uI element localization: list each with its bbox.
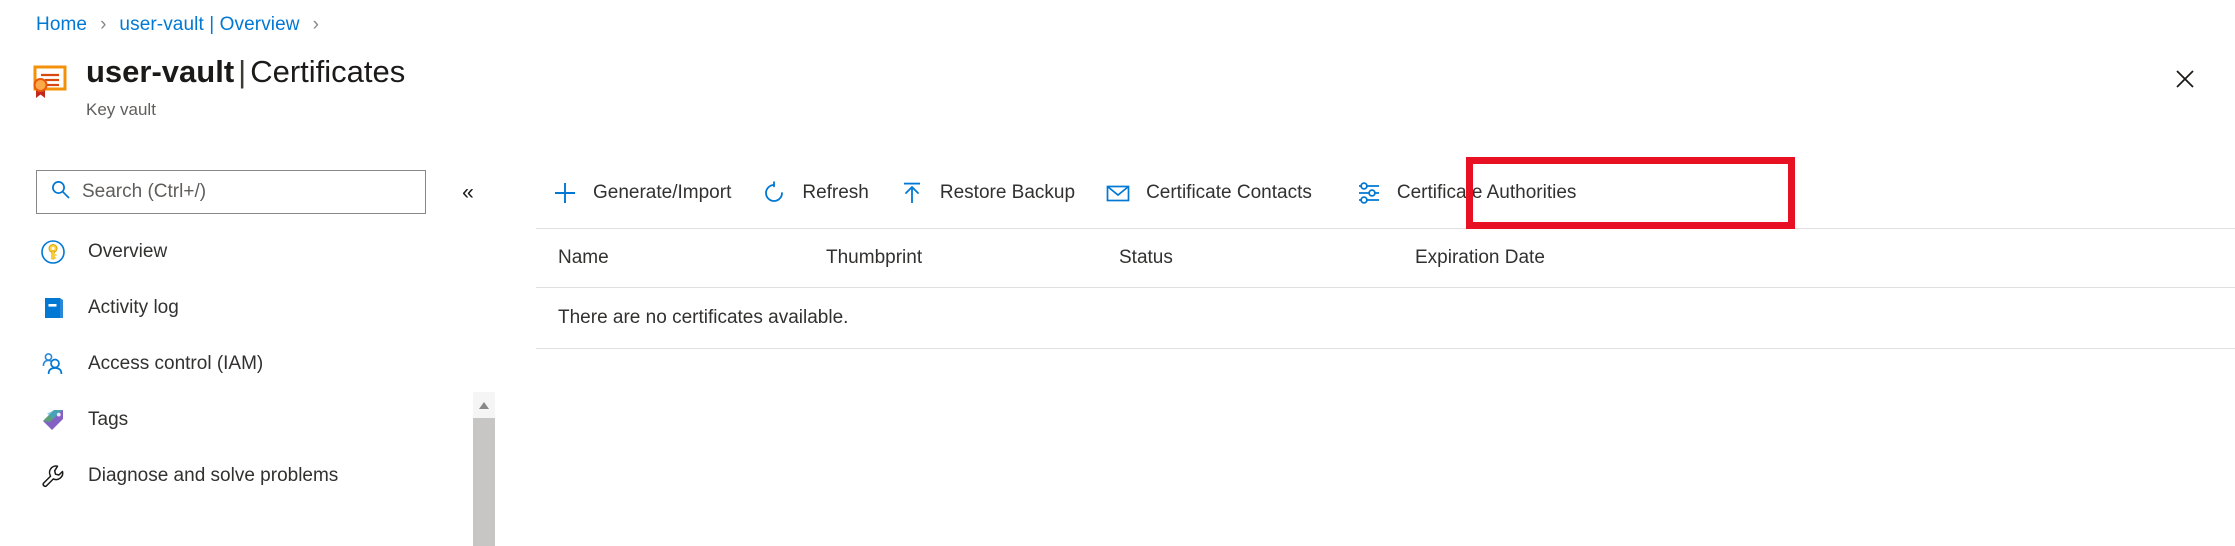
collapse-sidebar-button[interactable]: « xyxy=(448,172,488,212)
certificate-contacts-button[interactable]: Certificate Contacts xyxy=(1089,167,1326,219)
sidebar-item-label: Overview xyxy=(88,241,168,262)
chevron-double-left-icon: « xyxy=(462,180,474,204)
page-title-resource: user-vault xyxy=(86,54,235,89)
blade-header: user-vault | Certificates Key vault xyxy=(26,52,405,122)
activity-log-icon xyxy=(38,293,68,323)
tag-icon xyxy=(38,405,68,435)
chevron-right-icon: › xyxy=(100,14,107,35)
empty-state-message: There are no certificates available. xyxy=(558,307,849,328)
close-blade-button[interactable] xyxy=(2163,58,2207,102)
page-title-section: Certificates xyxy=(250,54,406,89)
chevron-right-icon: › xyxy=(312,14,319,35)
generate-import-button[interactable]: Generate/Import xyxy=(536,167,745,219)
column-header-expiration-date[interactable]: Expiration Date xyxy=(1415,229,1545,287)
sliders-icon xyxy=(1354,178,1384,208)
table-bottom-divider xyxy=(536,348,2235,349)
column-header-name[interactable]: Name xyxy=(558,229,609,287)
close-icon xyxy=(2173,67,2197,94)
sidebar-item-label: Activity log xyxy=(88,297,179,318)
certificate-icon xyxy=(26,58,70,102)
table-header-row: Name Thumbprint Status Expiration Date xyxy=(536,229,2235,287)
command-label: Certificate Authorities xyxy=(1396,182,1577,203)
sidebar-item-activity-log[interactable]: Activity log xyxy=(0,280,470,336)
sidebar-search-row: « xyxy=(36,170,488,214)
sidebar-item-label: Access control (IAM) xyxy=(88,353,264,374)
blade-sidebar: « Overview xyxy=(0,160,495,546)
page-title-divider: | xyxy=(238,54,247,89)
breadcrumb-item-user-vault-overview[interactable]: user-vault | Overview xyxy=(119,14,299,36)
scrollbar-thumb[interactable] xyxy=(473,418,495,546)
column-header-thumbprint[interactable]: Thumbprint xyxy=(826,229,922,287)
column-header-status[interactable]: Status xyxy=(1119,229,1173,287)
certificates-table: Name Thumbprint Status Expiration Date T… xyxy=(536,228,2235,546)
sidebar-item-tags[interactable]: Tags xyxy=(0,392,470,448)
search-box[interactable] xyxy=(36,170,426,214)
command-label: Certificate Contacts xyxy=(1146,182,1312,203)
command-label: Restore Backup xyxy=(939,182,1076,203)
search-input[interactable] xyxy=(82,181,425,203)
envelope-icon xyxy=(1103,178,1133,208)
page-subtitle: Key vault xyxy=(86,100,156,119)
page-title: user-vault | Certificates xyxy=(86,52,405,92)
sidebar-item-access-control[interactable]: Access control (IAM) xyxy=(0,336,470,392)
search-icon xyxy=(50,179,71,205)
refresh-button[interactable]: Refresh xyxy=(745,167,883,219)
breadcrumb: Home › user-vault | Overview › xyxy=(36,8,332,42)
sidebar-divider xyxy=(502,152,503,546)
sidebar-item-overview[interactable]: Overview xyxy=(0,224,470,280)
upload-arrow-icon xyxy=(897,178,927,208)
command-bar: Generate/Import Refresh Restore Backup C… xyxy=(536,160,1594,226)
sidebar-item-label: Diagnose and solve problems xyxy=(88,465,339,486)
certificate-authorities-button[interactable]: Certificate Authorities xyxy=(1336,164,1595,222)
wrench-icon xyxy=(38,461,68,491)
sidebar-item-diagnose[interactable]: Diagnose and solve problems xyxy=(0,448,470,504)
sidebar-nav-list: Overview Activity log Access control (IA… xyxy=(0,224,470,504)
key-icon xyxy=(38,237,68,267)
scrollbar-up-arrow[interactable] xyxy=(473,392,495,418)
command-label: Refresh xyxy=(802,182,869,203)
restore-backup-button[interactable]: Restore Backup xyxy=(883,167,1089,219)
sidebar-item-label: Tags xyxy=(88,409,129,430)
sidebar-scrollbar[interactable] xyxy=(473,392,495,546)
plus-icon xyxy=(550,178,580,208)
access-control-icon xyxy=(38,349,68,379)
refresh-icon xyxy=(759,178,789,208)
azure-portal-blade: Home › user-vault | Overview › user-vaul… xyxy=(0,0,2235,546)
command-label: Generate/Import xyxy=(593,182,732,203)
table-empty-state-row: There are no certificates available. xyxy=(536,288,2235,348)
breadcrumb-item-home[interactable]: Home xyxy=(36,14,87,36)
